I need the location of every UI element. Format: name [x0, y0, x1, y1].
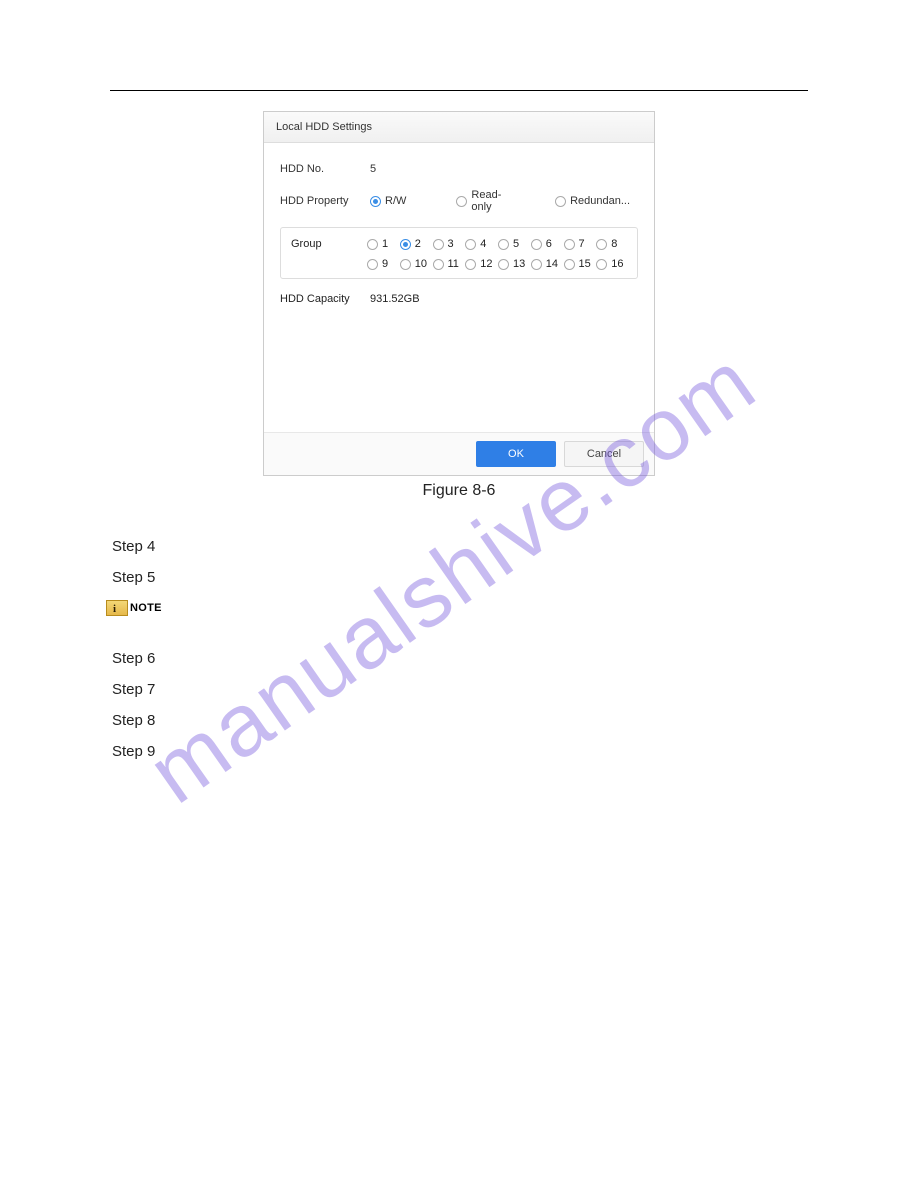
panel-title: Local HDD Settings	[264, 112, 654, 143]
group-radio-7[interactable]: 7	[564, 238, 595, 250]
radio-dot-icon	[400, 239, 411, 250]
group-radio-label: 13	[513, 258, 525, 270]
group-radio-15[interactable]: 15	[564, 258, 595, 270]
panel-footer: OK Cancel	[264, 432, 654, 475]
group-radio-5[interactable]: 5	[498, 238, 529, 250]
group-radio-9[interactable]: 9	[367, 258, 398, 270]
group-radio-13[interactable]: 13	[498, 258, 529, 270]
hdd-property-radio-1[interactable]: Read-only	[456, 189, 505, 213]
radio-dot-icon	[564, 239, 575, 250]
group-radio-label: 14	[546, 258, 558, 270]
ok-button[interactable]: OK	[476, 441, 556, 467]
radio-dot-icon	[596, 259, 607, 270]
cancel-button[interactable]: Cancel	[564, 441, 644, 467]
hdd-property-radio-label: R/W	[385, 195, 406, 207]
hdd-no-label: HDD No.	[280, 163, 370, 175]
step-label: Step 7	[112, 681, 838, 698]
group-radio-label: 9	[382, 258, 394, 270]
group-radio-label: 6	[546, 238, 558, 250]
radio-dot-icon	[433, 239, 444, 250]
radio-dot-icon	[465, 239, 476, 250]
step-label: Step 5	[112, 569, 838, 586]
group-radio-12[interactable]: 12	[465, 258, 496, 270]
group-radio-8[interactable]: 8	[596, 238, 627, 250]
step-label: Step 8	[112, 712, 838, 729]
radio-dot-icon	[531, 239, 542, 250]
hdd-capacity-value: 931.52GB	[370, 293, 420, 305]
group-radio-1[interactable]: 1	[367, 238, 398, 250]
group-radio-14[interactable]: 14	[531, 258, 562, 270]
group-radio-label: 5	[513, 238, 525, 250]
step-label: Step 6	[112, 650, 838, 667]
group-radio-label: 10	[415, 258, 427, 270]
note-row: i NOTE	[106, 600, 838, 616]
group-radio-2[interactable]: 2	[400, 238, 431, 250]
hdd-property-radio-label: Read-only	[471, 189, 505, 213]
group-radio-label: 3	[448, 238, 460, 250]
group-radio-label: 8	[611, 238, 623, 250]
group-radio-label: 15	[579, 258, 591, 270]
group-radio-3[interactable]: 3	[433, 238, 464, 250]
radio-dot-icon	[465, 259, 476, 270]
hdd-property-label: HDD Property	[280, 195, 370, 207]
page-rule	[110, 90, 808, 91]
group-radio-label: 12	[480, 258, 492, 270]
radio-dot-icon	[433, 259, 444, 270]
radio-dot-icon	[367, 239, 378, 250]
radio-dot-icon	[596, 239, 607, 250]
group-box: Group 12345678910111213141516	[280, 227, 638, 279]
hdd-capacity-label: HDD Capacity	[280, 293, 370, 305]
group-radio-11[interactable]: 11	[433, 258, 464, 270]
panel-spacer	[280, 311, 638, 426]
local-hdd-settings-panel: Local HDD Settings HDD No. 5 HDD Propert…	[263, 111, 655, 476]
group-radio-6[interactable]: 6	[531, 238, 562, 250]
hdd-property-radio-label: Redundan...	[570, 195, 630, 207]
hdd-no-value: 5	[370, 163, 376, 175]
group-radio-label: 11	[448, 258, 460, 270]
hdd-no-row: HDD No. 5	[280, 163, 638, 175]
step-label: Step 9	[112, 743, 838, 760]
radio-dot-icon	[564, 259, 575, 270]
hdd-property-radio-0[interactable]: R/W	[370, 189, 406, 213]
hdd-property-radio-2[interactable]: Redundan...	[555, 189, 630, 213]
group-radio-label: 4	[480, 238, 492, 250]
hdd-property-row: HDD Property R/W Read-only Redundan...	[280, 189, 638, 213]
note-icon: i	[106, 600, 128, 616]
radio-dot-icon	[498, 259, 509, 270]
group-radio-label: 2	[415, 238, 427, 250]
group-radio-label: 16	[611, 258, 623, 270]
group-radio-10[interactable]: 10	[400, 258, 431, 270]
radio-dot-icon	[498, 239, 509, 250]
figure-caption: Figure 8-6	[80, 482, 838, 500]
note-label: NOTE	[130, 602, 162, 614]
step-label: Step 4	[112, 538, 838, 555]
radio-dot-icon	[367, 259, 378, 270]
group-label: Group	[291, 238, 367, 270]
group-radio-16[interactable]: 16	[596, 258, 627, 270]
radio-dot-icon	[456, 196, 467, 207]
hdd-capacity-row: HDD Capacity 931.52GB	[280, 293, 638, 305]
radio-dot-icon	[555, 196, 566, 207]
group-radio-4[interactable]: 4	[465, 238, 496, 250]
radio-dot-icon	[531, 259, 542, 270]
group-radio-label: 7	[579, 238, 591, 250]
group-radio-label: 1	[382, 238, 394, 250]
radio-dot-icon	[400, 259, 411, 270]
radio-dot-icon	[370, 196, 381, 207]
